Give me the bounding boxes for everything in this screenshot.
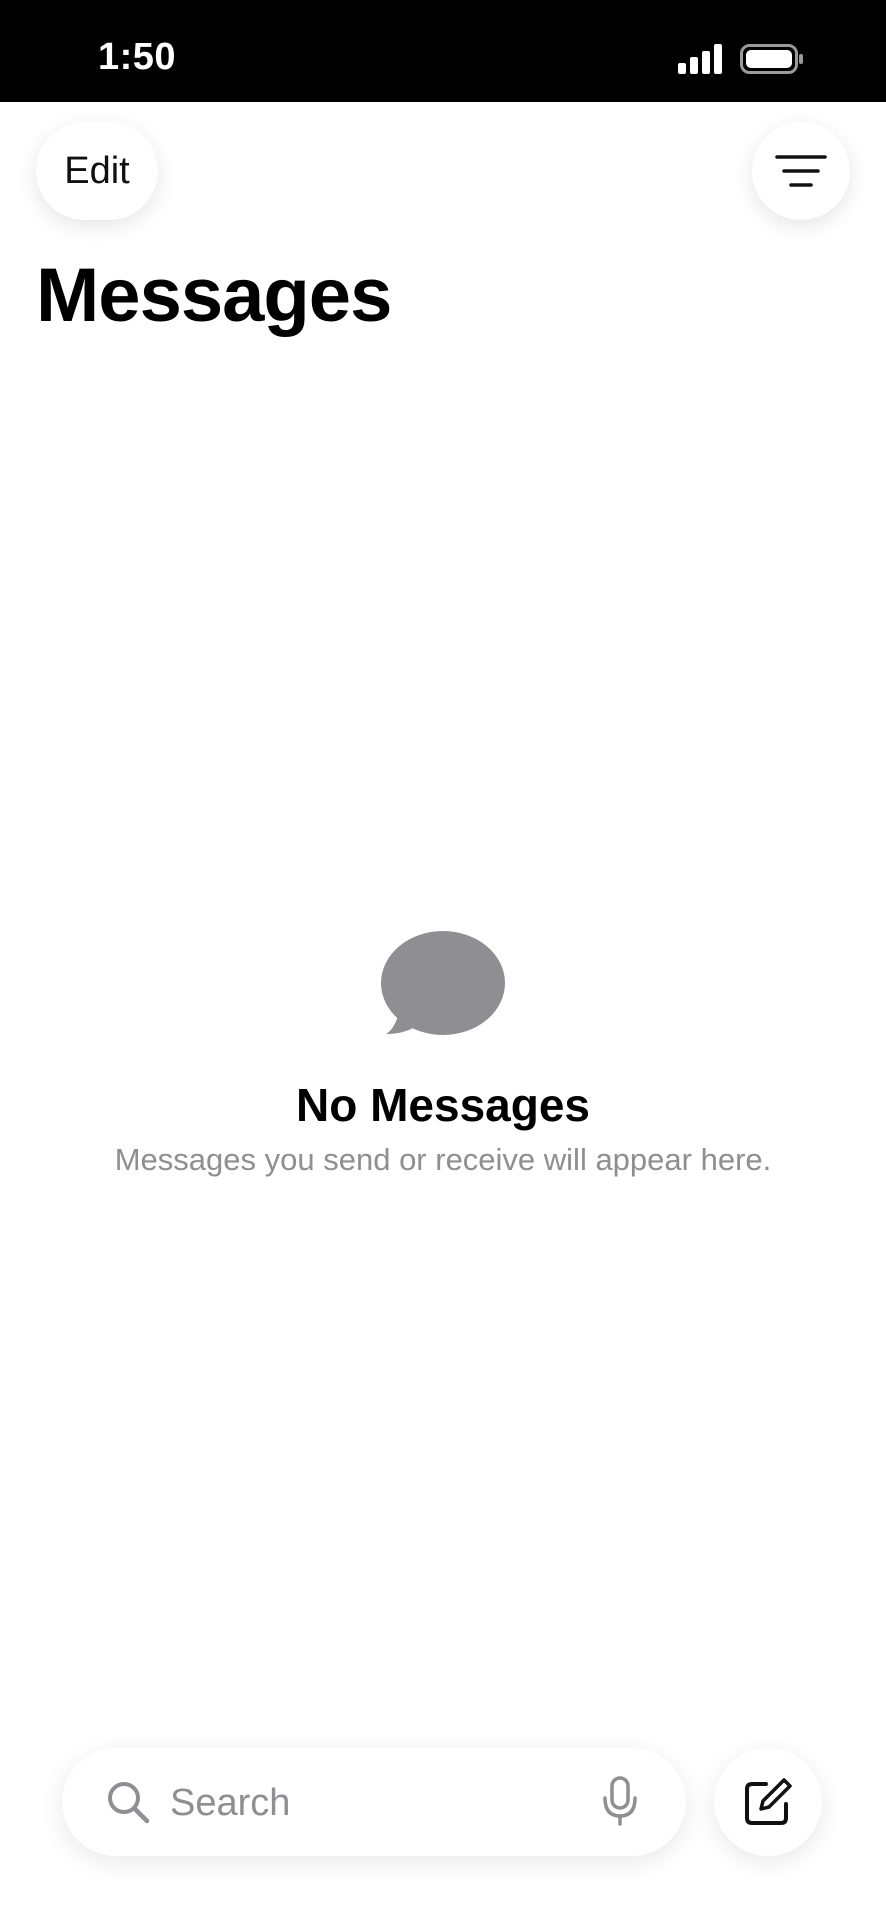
battery-full-icon [740, 44, 803, 74]
messages-screen: 1:50 Edit Messages No Messages Messages … [0, 0, 886, 1918]
magnifying-glass-icon [108, 1782, 150, 1824]
search-input[interactable] [168, 1772, 542, 1834]
search-bar[interactable] [62, 1748, 686, 1856]
page-title: Messages [36, 253, 392, 338]
empty-state: No Messages Messages you send or receive… [0, 930, 886, 1178]
microphone-icon[interactable] [600, 1776, 640, 1826]
filter-button[interactable] [752, 122, 850, 220]
chat-bubble-icon [381, 931, 505, 1035]
cellular-signal-icon [678, 44, 722, 74]
empty-state-title: No Messages [295, 1079, 590, 1131]
status-bar: 1:50 [0, 0, 886, 102]
empty-state-subtitle: Messages you send or receive will appear… [114, 1142, 772, 1177]
filter-lines-icon [775, 155, 827, 187]
edit-button[interactable]: Edit [36, 122, 158, 220]
compose-button[interactable] [714, 1748, 822, 1856]
status-time: 1:50 [98, 36, 177, 78]
compose-icon [745, 1778, 792, 1825]
